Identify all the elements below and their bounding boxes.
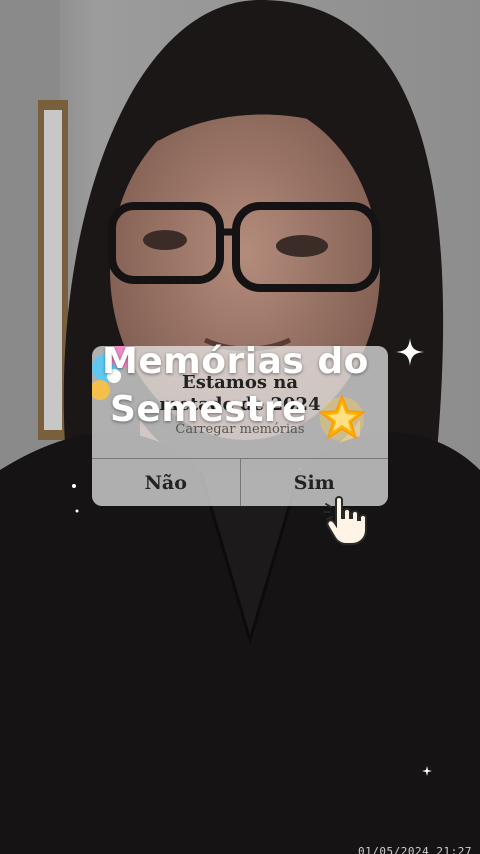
sparkle-icon	[396, 338, 424, 366]
sparkle-icon	[422, 766, 432, 776]
timestamp: 01/05/2024 21:27	[358, 845, 472, 854]
no-button[interactable]: Não	[92, 459, 240, 506]
glowing-star-icon	[316, 392, 368, 444]
overlay-title-line1: Memórias do	[96, 338, 396, 386]
sparkle-icon	[70, 482, 78, 490]
pointing-hand-icon	[322, 494, 374, 546]
sparkle-icon	[74, 508, 80, 514]
video-frame: Estamos na metade de 2024 Carregar memór…	[0, 0, 480, 854]
